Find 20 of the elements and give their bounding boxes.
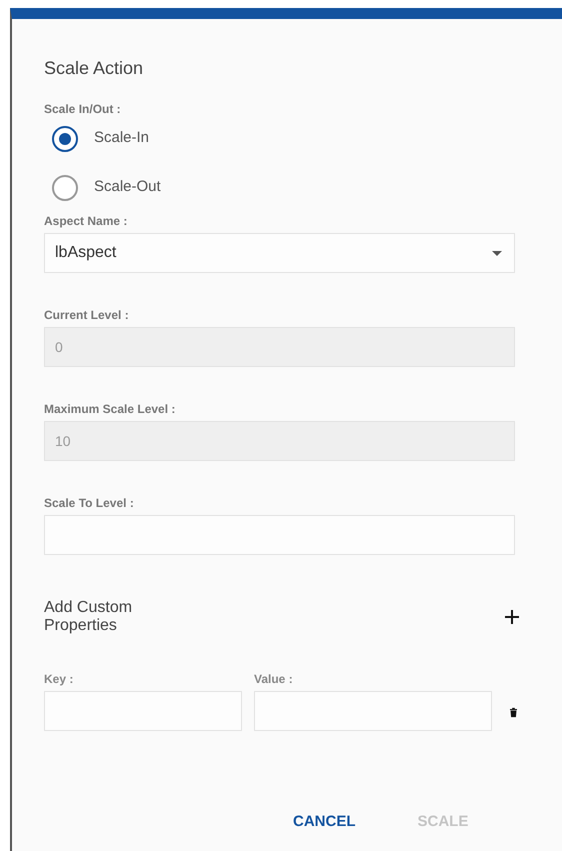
dialog-title: Scale Action (44, 57, 144, 80)
value-field[interactable] (254, 691, 492, 731)
caret-icon (492, 250, 502, 256)
add-icon[interactable] (505, 610, 519, 624)
radio-option[interactable]: Scale-In (52, 124, 150, 153)
field-label: Current Level : (44, 307, 130, 323)
key-field[interactable] (44, 691, 242, 731)
field-label: Scale To Level : (44, 495, 135, 511)
field-label: Aspect Name : (44, 213, 128, 229)
field-label: Maximum Scale Level : (44, 401, 176, 417)
input-field[interactable] (44, 515, 515, 555)
field-label: Scale In/Out : (44, 101, 122, 117)
field-label: Value : (254, 671, 294, 687)
radio-button[interactable] (52, 126, 78, 152)
radio-option[interactable]: Scale-Out (52, 173, 161, 202)
section-title: Add Custom Properties (44, 599, 134, 635)
field-label: Key : (44, 671, 74, 687)
radio-button[interactable] (52, 174, 78, 200)
dialog-button[interactable]: CANCEL (285, 807, 364, 838)
aspect-dropdown[interactable]: lbAspect (44, 233, 515, 273)
